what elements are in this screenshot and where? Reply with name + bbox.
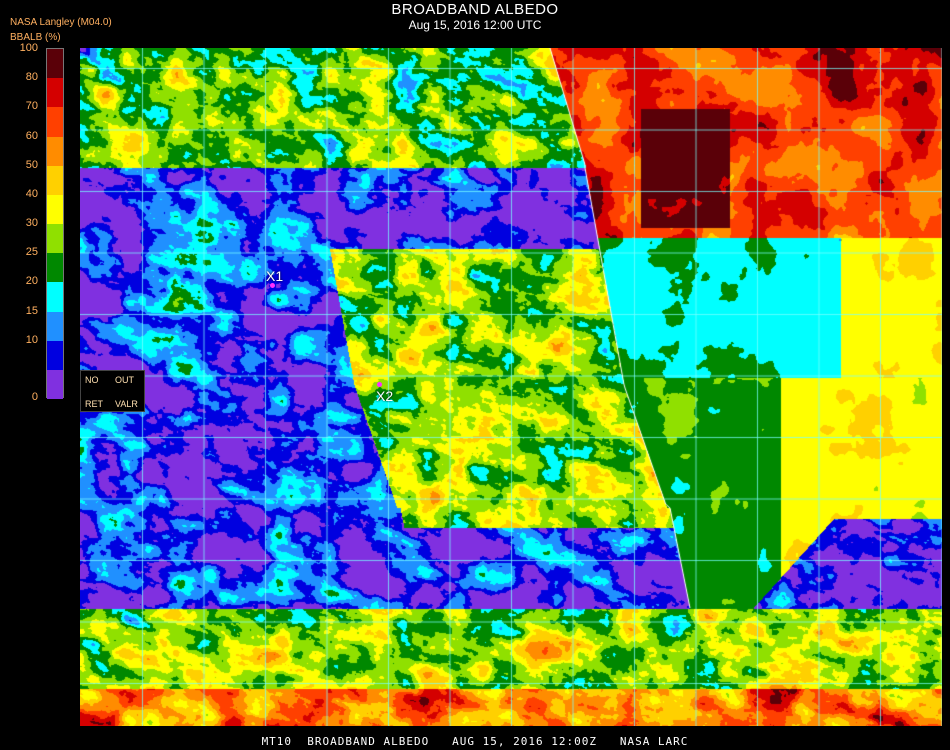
- colorbar-segment: [47, 165, 63, 196]
- colorbar-tick-label: 30: [25, 217, 38, 229]
- colorbar-segment: [47, 311, 63, 342]
- colorbar-tick-label: 15: [25, 304, 38, 317]
- marker-x2-dot: [377, 382, 382, 387]
- colorbar-tick-label: 40: [25, 187, 38, 200]
- map-subtitle: Aug 15, 2016 12:00 UTC: [408, 18, 542, 32]
- colorbar: [46, 48, 64, 400]
- legend-ret: RET: [85, 399, 103, 409]
- legend-no: NO: [85, 375, 99, 385]
- source-label: NASA Langley (M04.0): [10, 17, 112, 28]
- legend-out: OUT: [115, 375, 134, 385]
- footer-caption: MT10 BROADBAND ALBEDO AUG 15, 2016 12:00…: [261, 735, 689, 748]
- colorbar-tick-label: 80: [25, 71, 38, 84]
- map-title: BROADBAND ALBEDO: [391, 1, 559, 18]
- albedo-map[interactable]: [80, 48, 942, 726]
- colorbar-segment: [47, 224, 63, 254]
- colorbar-tick-label: 20: [25, 275, 38, 288]
- colorbar-tick-label: 70: [25, 100, 38, 113]
- colorbar-segment: [47, 369, 63, 400]
- colorbar-tick-label: 60: [25, 129, 38, 142]
- colorbar-segment: [47, 194, 63, 225]
- marker-x1-label: X1: [266, 268, 284, 284]
- colorbar-segment: [47, 253, 63, 283]
- colorbar-segment: [47, 282, 63, 312]
- colorbar-tick-label: 100: [19, 42, 38, 54]
- colorbar-segment: [47, 49, 63, 79]
- colorbar-tick-label: 50: [25, 158, 38, 171]
- colorbar-tick-label: 0: [31, 391, 38, 403]
- colorbar-tick-label: 10: [25, 333, 38, 346]
- colorbar-segment: [47, 107, 63, 137]
- legend-valr: VALR: [115, 399, 138, 409]
- colorbar-tick-label: 25: [25, 246, 38, 259]
- colorbar-segment: [47, 340, 63, 371]
- marker-x2-label: X2: [376, 388, 394, 404]
- colorbar-segment: [47, 78, 63, 108]
- legend-box: NO OUT RET VALR: [80, 370, 145, 412]
- colorbar-segment: [47, 136, 63, 167]
